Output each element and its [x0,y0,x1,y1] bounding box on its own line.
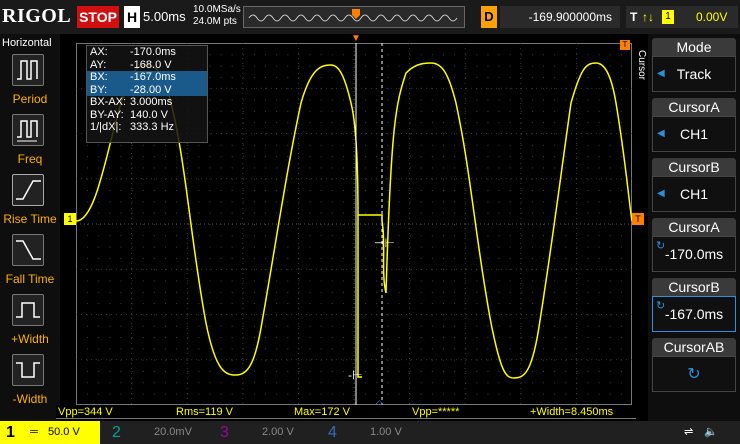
channel-3-status[interactable]: 3 2.00 V [216,421,316,444]
cursor-row: BY: -28.00 V [87,83,207,96]
channel-1-status[interactable]: 1 ═ 50.0 V [0,421,100,444]
cursor-row: 1/|dX|: 333.3 Hz [90,121,175,133]
measurement-bar: Vpp=344 V Rms=119 V Max=172 V Vpp=***** … [56,405,636,420]
waveform-overview-icon [248,9,458,22]
horizontal-measure-panel: Horizontal Period Freq Rise Time Fall Ti… [0,34,60,422]
freq-icon[interactable] [12,114,44,146]
mode-title: Mode [652,38,736,56]
left-arrow-icon: ◀ [657,128,665,139]
channel-scale: 50.0 V [48,426,80,438]
trigger-level: 0.00V [696,10,728,24]
panel-title: Horizontal [2,37,52,49]
dc-coupling-icon: ═ [30,426,38,438]
sample-rate: 10.0MSa/s [193,4,241,15]
usb-icon: ⇌ [684,426,694,438]
channel-number: 3 [220,424,229,441]
period-label: Period [12,92,48,106]
trigger-position-marker[interactable]: ▼ [351,33,361,44]
memory-overview[interactable] [243,6,465,28]
cursor-ab-title: CursorAB [652,338,736,356]
cursor-b-source-title: CursorB [652,158,736,176]
channel-number: 4 [328,424,337,441]
channel-4-status[interactable]: 4 1.00 V [324,421,424,444]
channel-scale: 20.0mV [154,426,192,438]
cursor-side-tab: Cursor [636,50,647,81]
cursor-b-position-value: ↻ -167.0ms [652,296,736,332]
brand-logo: RIGOL [2,5,72,27]
measurement-vpp-2[interactable]: Vpp=***** [410,406,528,419]
fall-time-icon[interactable] [12,234,44,266]
cursor-b-position-softkey[interactable]: CursorB ↻ -167.0ms [652,278,736,334]
left-arrow-icon: ◀ [657,68,665,79]
timebase-value[interactable]: 5.00ms [143,9,186,24]
cursor-b-source-value: ◀ CH1 [652,176,736,212]
sample-rate-info: 10.0MSa/s 24.0M pts [193,4,241,28]
rise-time-label: Rise Time [3,212,57,226]
neg-width-icon[interactable] [12,354,44,386]
channel-number: 1 [6,424,15,441]
trigger-top-marker: T [620,40,630,50]
cursor-b-marker: ⊣⊢ [374,236,395,250]
period-icon[interactable] [12,54,44,86]
channel-status-bar: 1 ═ 50.0 V 2 20.0mV 3 2.00 V 4 1.00 V ⇌ … [0,421,740,444]
cursor-a-source-value: ◀ CH1 [652,116,736,152]
usb-sound-status: ⇌ 🔈 [680,421,736,444]
channel-2-status[interactable]: 2 20.0mV [108,421,208,444]
trigger-source: 1 [662,10,674,24]
rotate-knob-icon: ↻ [656,300,666,312]
measurement-rms[interactable]: Rms=119 V [174,406,292,419]
neg-width-label: -Width [12,392,48,406]
cursor-readout: AX: -170.0ms AY: -168.0 V BX: -167.0ms BY: -… [86,45,208,143]
cursor-a-source-softkey[interactable]: CursorA ◀ CH1 [652,98,736,154]
measurement-vpp[interactable]: Vpp=344 V [56,406,174,419]
run-stop-status[interactable]: STOP [77,6,119,28]
rotate-knob-icon: ↻ [687,366,701,383]
memory-depth: 24.0M pts [193,16,237,27]
mode-softkey[interactable]: Mode ◀ Track [652,38,736,94]
channel-number: 2 [112,424,121,441]
trigger-info[interactable]: T ↑↓ 1 0.00V [626,6,738,28]
cursor-a-marker: -⊢ [348,368,362,382]
cursor-row: BX-AX: 3.000ms [90,96,173,108]
cursor-ab-value: ↻ [652,356,736,392]
delay-value[interactable]: -169.900000ms [500,6,620,28]
cursor-b-source-softkey[interactable]: CursorB ◀ CH1 [652,158,736,214]
freq-label: Freq [17,152,43,166]
pos-width-icon[interactable] [12,294,44,326]
cursor-menu-panel: Mode ◀ Track CursorA ◀ CH1 CursorB ◀ CH1 Cu… [648,34,740,422]
cursor-a-position-softkey[interactable]: CursorA ↻ -170.0ms [652,218,736,274]
speaker-icon: 🔈 [704,426,718,438]
left-arrow-icon: ◀ [657,188,665,199]
cursor-row: AY: -168.0 V [90,58,172,71]
measurement-pos-width[interactable]: +Width=8.450ms [528,406,636,419]
trigger-label: T [630,10,638,24]
delay-label: D [481,6,497,28]
ch1-offset-marker[interactable]: 1 [64,213,76,225]
cursor-a-position-value: ↻ -170.0ms [652,236,736,272]
channel-scale: 1.00 V [370,426,402,438]
fall-time-label: Fall Time [5,272,55,286]
mode-value: ◀ Track [652,56,736,92]
cursor-row: BY-AY: 140.0 V [90,108,168,121]
measurement-max[interactable]: Max=172 V [292,406,410,419]
cursor-ab-softkey[interactable]: CursorAB ↻ [652,338,736,394]
pos-width-label: +Width [11,332,49,346]
top-status-bar: RIGOL STOP H 5.00ms 10.0MSa/s 24.0M pts … [0,0,740,34]
cursor-a-source-title: CursorA [652,98,736,116]
cursor-row: AX: -170.0ms [90,46,176,58]
rise-time-icon[interactable] [12,174,44,206]
cursor-row: BX: -167.0ms [87,71,207,84]
rotate-knob-icon: ↻ [656,240,666,252]
horizontal-label: H [124,6,140,28]
trigger-edge-icon: ↑↓ [642,10,654,24]
trigger-level-marker[interactable]: T [632,213,644,225]
channel-scale: 2.00 V [262,426,294,438]
